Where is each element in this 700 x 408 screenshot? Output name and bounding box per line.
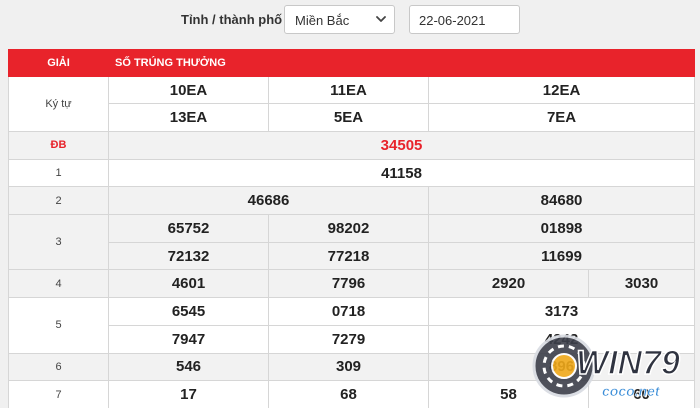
date-input[interactable]: 22-06-2021 (409, 5, 520, 34)
table-row: 13EA 5EA 7EA (9, 103, 696, 133)
prize-5-number: 7947 (108, 324, 269, 354)
prize-7-number: 60 (587, 380, 696, 408)
date-input-value: 22-06-2021 (419, 13, 486, 28)
prize-3-number: 11699 (427, 241, 696, 271)
prize-5-number: 3173 (427, 297, 696, 326)
prize-6-number: 309 (268, 352, 429, 382)
province-filter-label: Tỉnh / thành phố (181, 12, 283, 27)
table-row: 7 17 68 58 60 (8, 380, 696, 408)
symbol-cell: 7EA (427, 103, 696, 133)
prize-3-number: 77218 (268, 241, 429, 271)
symbol-cell: 5EA (268, 103, 429, 133)
header-prize: GIẢI (8, 49, 109, 77)
special-prize-number: 34505 (107, 131, 696, 160)
prize-6-number: 546 (108, 352, 269, 382)
prize-1-number: 41158 (107, 158, 696, 188)
prize-7-number: 17 (108, 380, 269, 408)
prize-7-number: 58 (428, 380, 589, 408)
table-row: 1 41158 (8, 158, 696, 188)
prize-1-label: 1 (8, 158, 109, 188)
prize-3-label: 3 (8, 214, 109, 271)
symbols-label: Ký tự (8, 75, 109, 133)
prize-5-number: 0718 (268, 297, 429, 326)
prize-5-label: 5 (8, 297, 109, 354)
prize-6-number: 896 (427, 352, 696, 382)
results-table: GIẢI SỐ TRÚNG THƯỞNG Ký tự 10EA 11EA 12E… (8, 49, 696, 408)
prize-3-number: 65752 (108, 214, 269, 243)
prize-2-label: 2 (8, 186, 109, 216)
prize-4-number: 3030 (587, 269, 696, 299)
table-row: 3 65752 98202 01898 (8, 214, 696, 271)
table-row: Ký tự 10EA 11EA 12EA (8, 75, 696, 133)
symbol-cell: 10EA (108, 75, 269, 105)
symbol-cell: 12EA (427, 75, 696, 105)
prize-6-label: 6 (8, 352, 109, 382)
prize-5-number: 6545 (108, 297, 269, 326)
table-row: 7947 7279 4242 (9, 324, 696, 354)
prize-4-number: 7796 (268, 269, 429, 299)
prize-2-number: 46686 (108, 186, 429, 216)
prize-7-number: 68 (268, 380, 429, 408)
region-select-value: Miền Bắc (295, 13, 350, 28)
symbol-cell: 11EA (268, 75, 429, 105)
header-winning-numbers: SỐ TRÚNG THƯỞNG (107, 49, 696, 77)
table-row: 6 546 309 896 (8, 352, 696, 382)
prize-4-number: 4601 (108, 269, 269, 299)
table-header-row: GIẢI SỐ TRÚNG THƯỞNG (8, 49, 696, 77)
prize-3-number: 98202 (268, 214, 429, 243)
prize-2-number: 84680 (427, 186, 696, 216)
prize-4-number: 2920 (428, 269, 589, 299)
special-prize-label: ĐB (8, 131, 109, 160)
region-select[interactable]: Miền Bắc (284, 5, 395, 34)
prize-3-number: 72132 (108, 241, 269, 271)
prize-3-number: 01898 (427, 214, 696, 243)
table-row: 4 4601 7796 2920 3030 (8, 269, 696, 299)
prize-5-number: 7279 (268, 324, 429, 354)
chevron-down-icon (376, 16, 386, 22)
filter-bar: Tỉnh / thành phố Miền Bắc 22-06-2021 (0, 0, 700, 44)
table-row: 72132 77218 11699 (9, 241, 696, 271)
table-row: 2 46686 84680 (8, 186, 696, 216)
prize-7-label: 7 (8, 380, 109, 408)
table-row: 5 6545 0718 3173 (8, 297, 696, 354)
prize-5-number: 4242 (427, 324, 696, 354)
prize-4-label: 4 (8, 269, 109, 299)
symbol-cell: 13EA (108, 103, 269, 133)
table-row: ĐB 34505 (8, 131, 696, 160)
